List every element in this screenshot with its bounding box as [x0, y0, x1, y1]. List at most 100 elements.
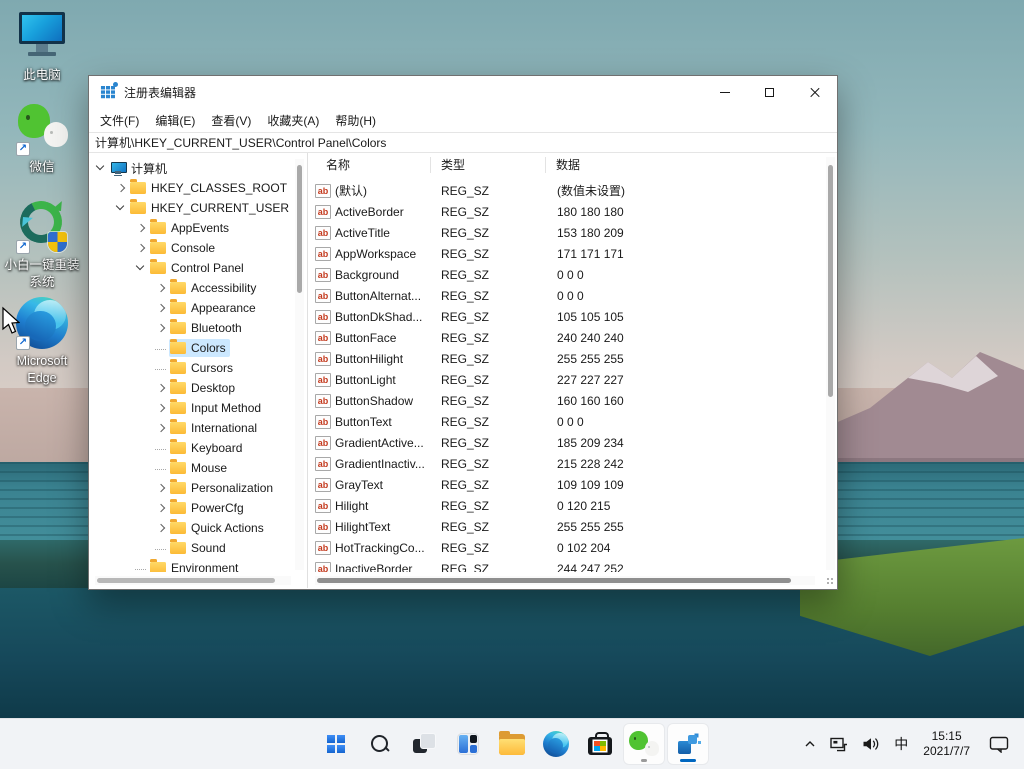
chevron-right-icon[interactable] — [153, 500, 169, 516]
registry-value-row[interactable]: ButtonTextREG_SZ0 0 0 — [309, 411, 824, 432]
chevron-right-icon[interactable] — [153, 300, 169, 316]
registry-value-row[interactable]: ButtonHilightREG_SZ255 255 255 — [309, 348, 824, 369]
chevron-down-icon[interactable] — [133, 260, 149, 276]
volume-button[interactable] — [855, 724, 887, 764]
menu-item[interactable]: 文件(F) — [92, 112, 147, 129]
tree-item[interactable]: PowerCfg — [89, 498, 294, 518]
close-button[interactable] — [792, 76, 837, 109]
chevron-right-icon[interactable] — [113, 180, 129, 196]
tree-item[interactable]: AppEvents — [89, 218, 294, 238]
desktop-icon-xiaobai-reinstall[interactable]: ↗ 小白一键重装 系统 — [0, 200, 84, 291]
tree-item-label[interactable]: 计算机 — [131, 160, 167, 177]
tree-item-label[interactable]: Keyboard — [191, 441, 242, 455]
tree-item-label[interactable]: HKEY_CURRENT_USER — [151, 201, 289, 215]
desktop-icon-wechat[interactable]: ↗ 微信 — [0, 102, 84, 176]
tree-item[interactable]: Input Method — [89, 398, 294, 418]
tree-item-label[interactable]: AppEvents — [171, 221, 229, 235]
registry-value-row[interactable]: AppWorkspaceREG_SZ171 171 171 — [309, 243, 824, 264]
task-view-button[interactable] — [404, 724, 444, 764]
edge-taskbar-button[interactable] — [536, 724, 576, 764]
hidden-icons-button[interactable] — [797, 724, 823, 764]
tree-item[interactable]: Colors — [89, 338, 294, 358]
registry-value-row[interactable]: ButtonLightREG_SZ227 227 227 — [309, 369, 824, 390]
chevron-right-icon[interactable] — [153, 420, 169, 436]
tree-item[interactable]: Environment — [89, 558, 294, 572]
tree-vertical-scrollbar[interactable] — [295, 159, 304, 570]
registry-value-row[interactable]: HotTrackingCo...REG_SZ0 102 204 — [309, 537, 824, 558]
tree-item-label[interactable]: Accessibility — [191, 281, 256, 295]
chevron-down-icon[interactable] — [113, 200, 129, 216]
chevron-right-icon[interactable] — [153, 320, 169, 336]
list-horizontal-scrollbar[interactable] — [315, 576, 815, 585]
tree-item-label[interactable]: Sound — [191, 541, 226, 555]
column-header[interactable]: 数据 — [546, 157, 824, 173]
tree-item[interactable]: Appearance — [89, 298, 294, 318]
tree-item[interactable]: Control Panel — [89, 258, 294, 278]
chevron-right-icon[interactable] — [133, 220, 149, 236]
tree-item-label[interactable]: Console — [171, 241, 215, 255]
tree-item-label[interactable]: Quick Actions — [191, 521, 264, 535]
start-button[interactable] — [316, 724, 356, 764]
column-header[interactable]: 名称 — [309, 157, 431, 173]
tree-item[interactable]: HKEY_CLASSES_ROOT — [89, 178, 294, 198]
tree-item-label[interactable]: PowerCfg — [191, 501, 244, 515]
tree-item[interactable]: Bluetooth — [89, 318, 294, 338]
chevron-right-icon[interactable] — [153, 520, 169, 536]
registry-value-row[interactable]: ActiveBorderREG_SZ180 180 180 — [309, 201, 824, 222]
tree-item[interactable]: Sound — [89, 538, 294, 558]
tree-item[interactable]: Keyboard — [89, 438, 294, 458]
menu-item[interactable]: 编辑(E) — [147, 112, 203, 129]
tree-horizontal-scrollbar[interactable] — [95, 576, 291, 585]
registry-value-row[interactable]: ButtonShadowREG_SZ160 160 160 — [309, 390, 824, 411]
search-button[interactable] — [360, 724, 400, 764]
registry-value-row[interactable]: BackgroundREG_SZ0 0 0 — [309, 264, 824, 285]
chevron-right-icon[interactable] — [153, 280, 169, 296]
tree-item[interactable]: Desktop — [89, 378, 294, 398]
tree-item-label[interactable]: Environment — [171, 561, 238, 572]
notification-center-button[interactable] — [982, 724, 1016, 764]
tree-item-label[interactable]: Control Panel — [171, 261, 244, 275]
store-button[interactable] — [580, 724, 620, 764]
desktop-icon-this-pc[interactable]: 此电脑 — [0, 10, 84, 84]
column-header[interactable]: 类型 — [431, 157, 546, 173]
tree-item[interactable]: HKEY_CURRENT_USER — [89, 198, 294, 218]
registry-value-row[interactable]: HilightREG_SZ0 120 215 — [309, 495, 824, 516]
tree-item-label[interactable]: Appearance — [191, 301, 256, 315]
wechat-taskbar-button[interactable] — [624, 724, 664, 764]
registry-value-row[interactable]: InactiveBorderREG_SZ244 247 252 — [309, 558, 824, 572]
tree-item[interactable]: Personalization — [89, 478, 294, 498]
tree-item[interactable]: Cursors — [89, 358, 294, 378]
registry-value-row[interactable]: GradientActive...REG_SZ185 209 234 — [309, 432, 824, 453]
tree-item[interactable]: Console — [89, 238, 294, 258]
registry-editor-taskbar-button[interactable] — [668, 724, 708, 764]
tree-item-label[interactable]: Desktop — [191, 381, 235, 395]
tree-item[interactable]: 计算机 — [89, 158, 294, 178]
file-explorer-button[interactable] — [492, 724, 532, 764]
widgets-button[interactable] — [448, 724, 488, 764]
tree-item[interactable]: Mouse — [89, 458, 294, 478]
registry-value-row[interactable]: GradientInactiv...REG_SZ215 228 242 — [309, 453, 824, 474]
registry-value-row[interactable]: HilightTextREG_SZ255 255 255 — [309, 516, 824, 537]
chevron-right-icon[interactable] — [153, 380, 169, 396]
tree-item-label[interactable]: Mouse — [191, 461, 227, 475]
registry-value-row[interactable]: ActiveTitleREG_SZ153 180 209 — [309, 222, 824, 243]
maximize-button[interactable] — [747, 76, 792, 109]
resize-grip[interactable] — [825, 576, 835, 586]
tree-item[interactable]: Accessibility — [89, 278, 294, 298]
list-vertical-scrollbar[interactable] — [826, 157, 835, 570]
menu-item[interactable]: 帮助(H) — [327, 112, 384, 129]
tree-item-label[interactable]: HKEY_CLASSES_ROOT — [151, 181, 287, 195]
tree-item-label[interactable]: Input Method — [191, 401, 261, 415]
tree-item-label[interactable]: Personalization — [191, 481, 273, 495]
title-bar[interactable]: 注册表编辑器 — [89, 76, 837, 109]
address-bar[interactable]: 计算机\HKEY_CURRENT_USER\Control Panel\Colo… — [89, 132, 837, 153]
ime-indicator[interactable]: 中 — [887, 724, 915, 764]
menu-item[interactable]: 收藏夹(A) — [259, 112, 327, 129]
chevron-down-icon[interactable] — [93, 160, 109, 176]
tree-item-label[interactable]: Bluetooth — [191, 321, 242, 335]
clock[interactable]: 15:15 2021/7/7 — [915, 724, 978, 764]
chevron-right-icon[interactable] — [153, 400, 169, 416]
chevron-right-icon[interactable] — [153, 480, 169, 496]
chevron-right-icon[interactable] — [133, 240, 149, 256]
network-button[interactable] — [823, 724, 855, 764]
